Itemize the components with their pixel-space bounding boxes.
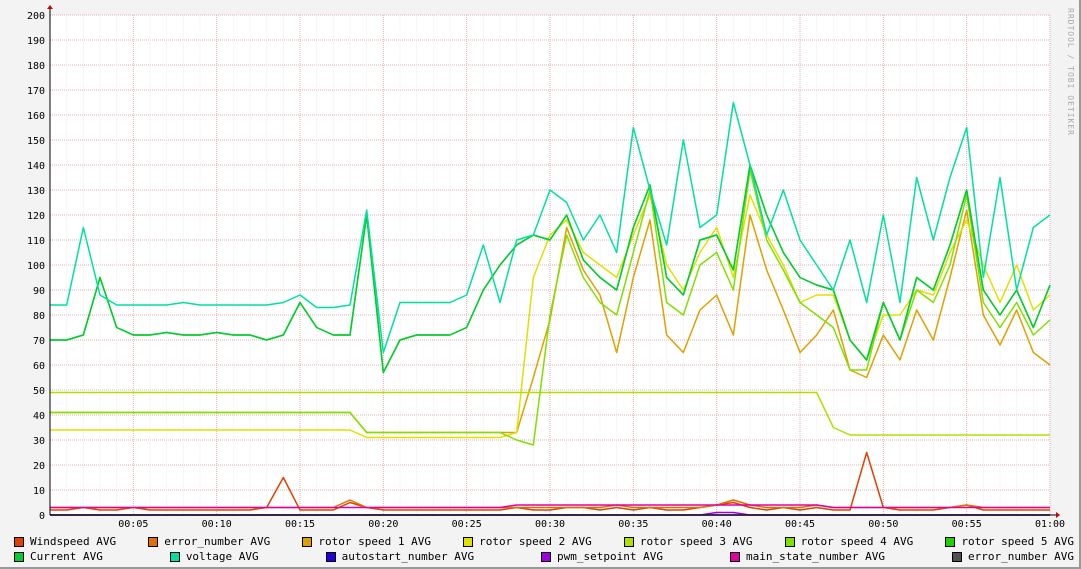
legend-item: autostart_number AVG bbox=[325, 550, 475, 563]
y-tick-label: 0 bbox=[39, 511, 45, 522]
legend-swatch bbox=[14, 551, 24, 562]
legend-row: Windspeed AVG error_number AVG rotor speed… bbox=[14, 534, 1074, 549]
legend-swatch bbox=[325, 551, 336, 562]
legend-label: main_state_number AVG bbox=[745, 550, 886, 563]
legend-item: Windspeed AVG bbox=[14, 535, 116, 548]
x-tick-label: 00:25 bbox=[452, 519, 482, 530]
legend-swatch bbox=[14, 536, 24, 547]
watermark: RRDTOOL / TOBI OETIKER bbox=[1066, 8, 1075, 136]
y-tick-label: 160 bbox=[27, 111, 45, 122]
y-tick-label: 190 bbox=[27, 36, 45, 47]
legend-label: voltage AVG bbox=[185, 550, 259, 563]
legend-label: rotor speed 3 AVG bbox=[639, 535, 753, 548]
legend-item: pwm_setpoint AVG bbox=[541, 550, 663, 563]
legend-item: rotor speed 2 AVG bbox=[463, 535, 592, 548]
y-tick-label: 120 bbox=[27, 211, 45, 222]
x-tick-label: 00:35 bbox=[618, 519, 648, 530]
x-tick-label: 00:10 bbox=[202, 519, 232, 530]
legend-label: error_number AVG bbox=[164, 535, 271, 548]
legend-item: error_number AVG bbox=[148, 535, 270, 548]
y-tick-label: 90 bbox=[33, 286, 45, 297]
y-tick-label: 50 bbox=[33, 386, 45, 397]
y-tick-label: 180 bbox=[27, 61, 45, 72]
chart-svg: 0 10 20 30 40 50 60 70 80 90 100 110 120 130 140 150 160… bbox=[27, 5, 1065, 530]
legend-label: Windspeed AVG bbox=[30, 535, 117, 548]
legend-label: pwm_setpoint AVG bbox=[557, 550, 663, 563]
legend-swatch bbox=[463, 536, 474, 547]
legend-swatch bbox=[541, 551, 552, 562]
legend-label: Current AVG bbox=[30, 550, 103, 563]
y-tick-label: 10 bbox=[33, 486, 45, 497]
x-tick-label: 00:20 bbox=[368, 519, 398, 530]
y-tick-label: 60 bbox=[33, 361, 45, 372]
legend-swatch bbox=[784, 536, 795, 547]
legend-item: rotor speed 1 AVG bbox=[302, 535, 431, 548]
legend-item: Current AVG bbox=[14, 550, 103, 563]
legend-item: rotor speed 3 AVG bbox=[623, 535, 753, 548]
legend-label: rotor speed 2 AVG bbox=[479, 535, 592, 548]
legend-item: error_number AVG bbox=[951, 550, 1074, 563]
x-tick-label: 00:55 bbox=[952, 519, 982, 530]
legend-label: rotor speed 1 AVG bbox=[318, 535, 431, 548]
y-tick-label: 110 bbox=[27, 236, 45, 247]
legend-label: rotor speed 4 AVG bbox=[800, 535, 914, 548]
legend-item: rotor speed 4 AVG bbox=[784, 535, 914, 548]
legend-label: rotor speed 5 AVG bbox=[961, 535, 1074, 548]
legend-swatch bbox=[302, 536, 313, 547]
legend-swatch bbox=[169, 551, 180, 562]
x-tick-label: 00:50 bbox=[868, 519, 898, 530]
legend-swatch bbox=[945, 536, 956, 547]
x-axis-arrow bbox=[1056, 512, 1060, 518]
y-tick-label: 170 bbox=[27, 86, 45, 97]
legend-item: voltage AVG bbox=[169, 550, 259, 563]
x-tick-label: 00:15 bbox=[285, 519, 315, 530]
y-axis-arrow bbox=[47, 5, 53, 9]
y-tick-label: 80 bbox=[33, 311, 45, 322]
x-tick-label: 00:30 bbox=[535, 519, 565, 530]
y-tick-label: 100 bbox=[27, 261, 45, 272]
y-tick-label: 40 bbox=[33, 411, 45, 422]
legend-row: Current AVG voltage AVG autostart_number A… bbox=[14, 549, 1074, 564]
legend-item: main_state_number AVG bbox=[729, 550, 886, 563]
y-tick-label: 30 bbox=[33, 436, 45, 447]
legend-label: autostart_number AVG bbox=[341, 550, 475, 563]
rrd-chart: 0 10 20 30 40 50 60 70 80 90 100 110 120 130 140 150 160… bbox=[0, 0, 1081, 569]
y-tick-label: 20 bbox=[33, 461, 45, 472]
y-tick-label: 150 bbox=[27, 136, 45, 147]
x-tick-label: 00:45 bbox=[785, 519, 815, 530]
legend-item: rotor speed 5 AVG bbox=[945, 535, 1074, 548]
legend-label: error_number AVG bbox=[967, 550, 1074, 563]
y-tick-label: 130 bbox=[27, 186, 45, 197]
x-tick-label: 00:05 bbox=[118, 519, 148, 530]
x-tick-label: 01:00 bbox=[1035, 519, 1065, 530]
y-tick-label: 140 bbox=[27, 161, 45, 172]
y-tick-label: 70 bbox=[33, 336, 45, 347]
legend: Windspeed AVG error_number AVG rotor speed… bbox=[14, 534, 1074, 564]
legend-swatch bbox=[623, 536, 634, 547]
legend-swatch bbox=[729, 551, 740, 562]
legend-swatch bbox=[148, 536, 159, 547]
x-tick-label: 00:40 bbox=[702, 519, 732, 530]
y-tick-label: 200 bbox=[27, 11, 45, 22]
legend-swatch bbox=[951, 551, 962, 562]
